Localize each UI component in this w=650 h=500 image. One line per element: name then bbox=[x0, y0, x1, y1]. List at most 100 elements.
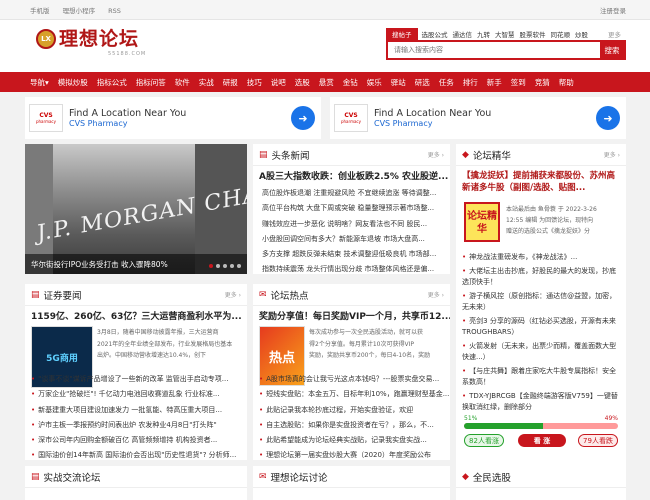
list-item-text: 高位平台构筑 大盘下周或突破 稳量整理预示著市场整... bbox=[262, 204, 435, 213]
list-item-text: 小盘股回调空间有多大？新能源车退坡 市场大盘高... bbox=[262, 234, 425, 243]
rss-link[interactable]: RSS bbox=[108, 7, 121, 15]
carousel-dots[interactable] bbox=[206, 264, 241, 268]
hot-headline[interactable]: 奖励分享值！每日奖励VIP一个月，共享币12... bbox=[253, 306, 450, 326]
nav-item[interactable]: 金钻 bbox=[343, 77, 358, 88]
list-item[interactable]: • 【与庄共舞】跟着庄家吃大牛股专属指标！安全系数高！ bbox=[456, 366, 626, 388]
list-item[interactable]: • 此贴希望能成为论坛经典实战贴，记录我实盘实战... bbox=[253, 433, 450, 448]
search-button[interactable]: 搜索 bbox=[600, 42, 624, 58]
list-item[interactable]: • 新基建重大项目建设加速发力 一批氢能、特高压重大项目... bbox=[25, 403, 247, 418]
more-link[interactable]: 更多 › bbox=[604, 150, 620, 159]
nav-item[interactable]: 实战 bbox=[199, 77, 214, 88]
more-link[interactable]: 更多 › bbox=[428, 150, 444, 159]
search-tab-trade[interactable]: 炒股 bbox=[575, 29, 588, 39]
search-tab-jiuzhuan[interactable]: 九转 bbox=[477, 29, 490, 39]
list-item[interactable]: • 火箭发射（无未来，出票少而精，覆盖面数大型快速...） bbox=[456, 341, 626, 363]
site-logo[interactable]: LX 理想论坛 55188.COM bbox=[36, 29, 145, 57]
nav-item[interactable]: 指标问答 bbox=[136, 77, 166, 88]
list-item[interactable]: • A股市场真的会让我亏光这点本钱吗？---股票实盘交易... bbox=[253, 372, 450, 387]
nav-item[interactable]: 研报 bbox=[223, 77, 238, 88]
securities-headline[interactable]: 1159亿、260亿、63亿？三大运营商盈利水平为... bbox=[25, 306, 247, 326]
list-item[interactable]: 指数持续震荡 龙头行情出现分歧 市场整体风格还是偏... bbox=[253, 262, 450, 277]
nav-item[interactable]: 签到 bbox=[511, 77, 526, 88]
hero-carousel[interactable]: J.P. MORGAN CHASE & CO. 华尔街投行IPO业务受打击 收入… bbox=[25, 144, 247, 274]
list-item[interactable]: 小盘股回调空间有多大？新能源车退坡 市场大盘高... bbox=[253, 232, 450, 247]
nav-item[interactable]: 软件 bbox=[175, 77, 190, 88]
nav-item[interactable]: 悬赏 bbox=[319, 77, 334, 88]
list-item-text: 深市公司年内回购金额破百亿 高管频频增持 机构投资者... bbox=[38, 436, 218, 445]
trading-forum-panel: ▤ 实战交流论坛 bbox=[25, 466, 247, 500]
diamond-icon: ◆ bbox=[462, 471, 469, 482]
search-input[interactable] bbox=[388, 42, 600, 58]
list-item[interactable]: • 大佬坛主出击抄底，好股民的最大的发现，抄底选顶快手！ bbox=[456, 266, 626, 288]
securities-summary: 3月8日，随着中国移动披露年报，三大运营商 2021年的全年业绩全部发布，行业发展… bbox=[97, 329, 233, 359]
search-tab-posts[interactable]: 搜帖子 bbox=[386, 28, 418, 40]
nav-item[interactable]: 驿站 bbox=[391, 77, 406, 88]
chat-icon: ✉ bbox=[259, 289, 267, 300]
search-tab-formula[interactable]: 选股公式 bbox=[422, 29, 448, 39]
document-icon: ▤ bbox=[31, 471, 40, 482]
list-item-text: 亮剑3 分享的源码（红钻必买选股，开源有未来TROUGHBARS） bbox=[462, 317, 616, 336]
list-item[interactable]: • 此贴记录我本轮抄底过程，开始实盘验证，欢迎 bbox=[253, 403, 450, 418]
headline-link[interactable]: A股三大指数收跌：创业板跌2.5% 农业股逆... bbox=[253, 166, 450, 186]
nav-item[interactable]: 任务 bbox=[439, 77, 454, 88]
list-item[interactable]: 赚钱效应进一步恶化 说明啥？网友看法也不同 股民... bbox=[253, 217, 450, 232]
list-item-text: 大佬坛主出击抄底，好股民的最大的发现，抄底选顶快手！ bbox=[462, 267, 617, 286]
search-tab-software[interactable]: 股票软件 bbox=[520, 29, 546, 39]
ad-banner-left[interactable]: CVS pharmacy Find A Location Near You CVS … bbox=[25, 97, 321, 139]
elite-headline[interactable]: 【擒龙捉妖】提前捕获来都股份、苏州高新诸多牛股（副图/选股、贴图... bbox=[456, 166, 626, 196]
list-item[interactable]: • 亮剑3 分享的源码（红钻必买选股，开源有未来TROUGHBARS） bbox=[456, 316, 626, 338]
more-link[interactable]: 更多 › bbox=[428, 290, 444, 299]
list-item[interactable]: • 理想论坛第一届实盘炒股大赛（2020）年度奖励公布 bbox=[253, 448, 450, 463]
main-nav: 导航▾ 模拟炒股 指标公式 指标问答 软件 实战 研报 技巧 说吧 选股 悬赏 金钻 娱乐 驿站 研选 任务排… bbox=[0, 72, 650, 92]
vote-up-button[interactable]: 看 涨 bbox=[518, 434, 566, 447]
nav-item[interactable]: 排行 bbox=[463, 77, 478, 88]
list-item[interactable]: • 万家企业"抢破烂"! 千亿动力电池回收赛道乱象 行业标准... bbox=[25, 387, 247, 402]
panel-header: ▤ 实战交流论坛 bbox=[25, 466, 247, 488]
search-tabs-more[interactable]: 更多 bbox=[608, 29, 621, 39]
list-item[interactable]: • 国际油价创14年新高 国际油价会否出现"历史性退货"? 分析师... bbox=[25, 448, 247, 463]
forum-discussion-panel: ✉ 理想论坛讨论 bbox=[253, 466, 450, 500]
more-link[interactable]: 更多 › bbox=[225, 290, 241, 299]
nav-item[interactable]: 娱乐 bbox=[367, 77, 382, 88]
arrow-right-icon[interactable]: ➜ bbox=[291, 106, 315, 130]
chat-icon: ✉ bbox=[259, 471, 267, 482]
search-tab-dzh[interactable]: 大智慧 bbox=[495, 29, 515, 39]
login-link[interactable]: 注册登录 bbox=[600, 5, 626, 15]
miniprogram-link[interactable]: 理想小程序 bbox=[63, 7, 96, 15]
list-item[interactable]: • "谈事不谈"谋诉产品增设了一些新的改革 监管出手启动专项... bbox=[25, 372, 247, 387]
list-item[interactable]: • 自主选股贴：如果你是实盘投资者在亏？，那么，不... bbox=[253, 418, 450, 433]
arrow-right-icon[interactable]: ➜ bbox=[596, 106, 620, 130]
elite-image[interactable]: 论坛精华 bbox=[464, 202, 500, 242]
ad-banner-right[interactable]: CVS pharmacy Find A Location Near You CVS … bbox=[330, 97, 626, 139]
list-item[interactable]: • 深市公司年内回购金额破百亿 高管频频增持 机构投资者... bbox=[25, 433, 247, 448]
nav-item[interactable]: 新手 bbox=[487, 77, 502, 88]
mobile-link[interactable]: 手机版 bbox=[30, 7, 50, 15]
nav-item[interactable]: 研选 bbox=[415, 77, 430, 88]
nav-item[interactable]: 指标公式 bbox=[97, 77, 127, 88]
logo-domain: 55188.COM bbox=[108, 51, 147, 57]
list-item[interactable]: 高位股炸板退潮 注重规避风险 不宜继续追涨 等待调整... bbox=[253, 186, 450, 201]
nav-item[interactable]: 模拟炒股 bbox=[58, 77, 88, 88]
nav-item[interactable]: 选股 bbox=[295, 77, 310, 88]
list-item-text: 游子横风控（原创指标：通达信@益盟，加密，无未来） bbox=[462, 292, 617, 311]
list-item[interactable]: • TDX-YJBRCGB【金融终端游客版V759】一键替换取消红绿，删除部分 bbox=[456, 391, 626, 413]
bullet-icon: • bbox=[31, 405, 36, 414]
nav-item[interactable]: 说吧 bbox=[271, 77, 286, 88]
nav-item[interactable]: 技巧 bbox=[247, 77, 262, 88]
nav-item[interactable]: 竞猜 bbox=[535, 77, 550, 88]
list-item[interactable]: 高位平台构筑 大盘下周或突破 稳量整理预示著市场整... bbox=[253, 201, 450, 216]
list-item-text: 理想论坛第一届实盘炒股大赛（2020）年度奖励公布 bbox=[266, 451, 431, 460]
nav-item[interactable]: 导航▾ bbox=[30, 77, 49, 88]
nav-item[interactable]: 帮助 bbox=[559, 77, 574, 88]
document-icon: ▤ bbox=[31, 289, 40, 300]
list-item-text: 多方支撑 超跌反弹未结束 技术调整迎低吸良机 市场部... bbox=[262, 250, 437, 259]
cvs-logo-icon: CVS pharmacy bbox=[29, 104, 63, 132]
list-item[interactable]: 多方支撑 超跌反弹未结束 技术调整迎低吸良机 市场部... bbox=[253, 247, 450, 262]
vote-down-count: 79人看跌 bbox=[578, 434, 618, 447]
list-item[interactable]: • 沪市主板一季报预约时间表出炉 农发种业4月8日"打头阵" bbox=[25, 418, 247, 433]
list-item[interactable]: • 神龙战法重磅发布，《神龙战法》... bbox=[456, 252, 626, 263]
list-item[interactable]: • 游子横风控（原创指标：通达信@益盟，加密，无未来） bbox=[456, 291, 626, 313]
search-tab-tdx[interactable]: 通达信 bbox=[453, 29, 473, 39]
list-item[interactable]: • 短线实盘贴：本金五万、目标年利10%，跑赢理财型基金... bbox=[253, 387, 450, 402]
search-tab-ths[interactable]: 同花顺 bbox=[551, 29, 571, 39]
